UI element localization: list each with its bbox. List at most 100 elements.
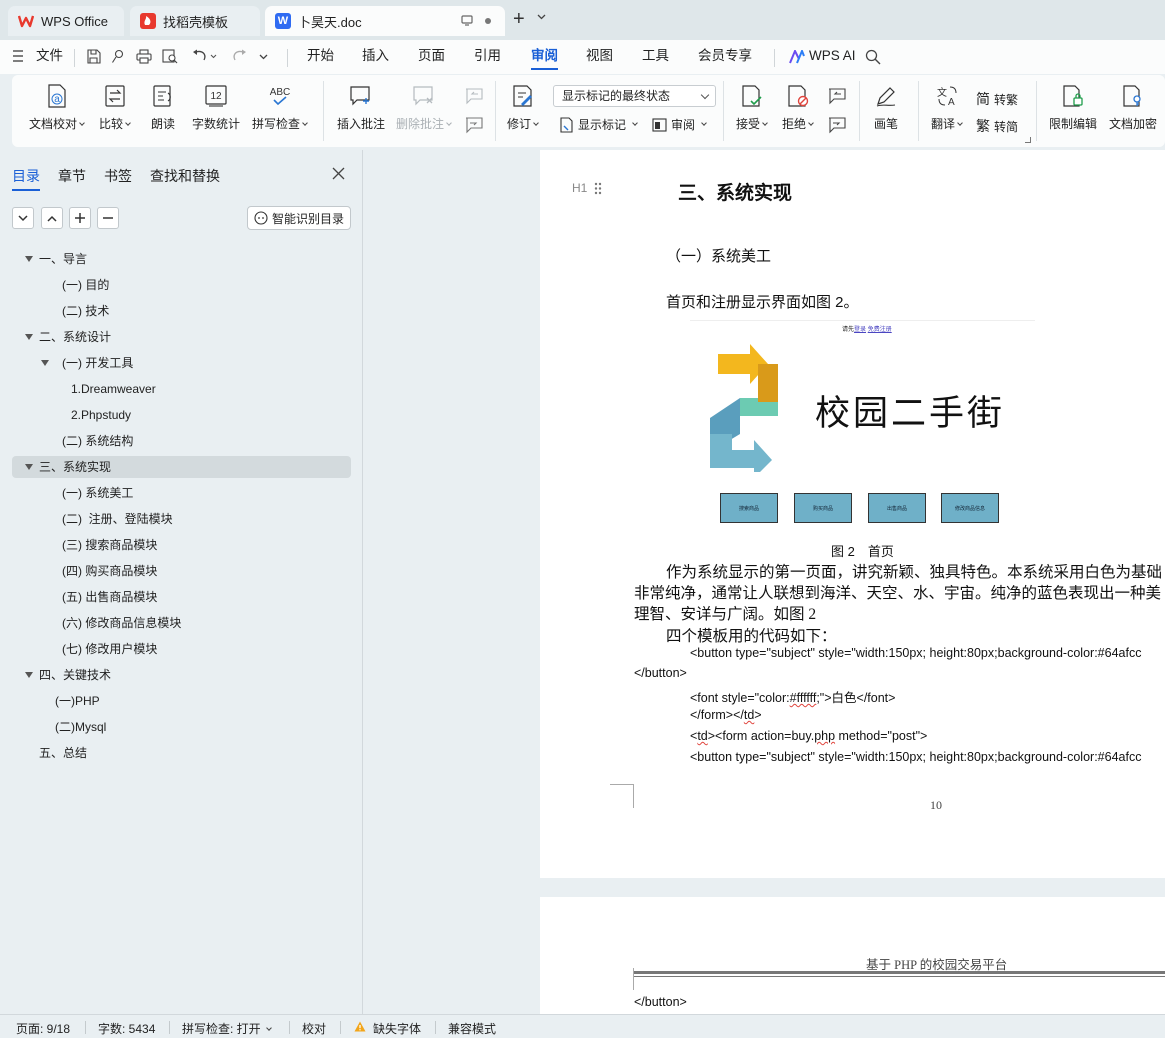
tab-toc[interactable]: 目录 [12,166,40,191]
word-count-indicator[interactable]: 字数: 5434 [98,1020,155,1037]
encrypt-button[interactable]: 文档加密 [1109,83,1157,132]
expand-arrow-icon[interactable] [25,672,33,678]
menu-view[interactable]: 视图 [586,40,613,74]
collapse-down-button[interactable] [12,207,34,229]
ai-face-icon [254,211,268,225]
reviewing-pane-button[interactable]: 审阅 [652,116,707,133]
toc-item[interactable]: 1.Dreamweaver [12,378,351,400]
unsaved-dot-icon[interactable] [485,18,491,24]
menu-review[interactable]: 审阅 [531,40,558,74]
toc-item[interactable]: (二) 注册、登陆模块 [12,508,351,530]
to-simplified-button[interactable]: 繁转简 [976,116,1018,136]
expand-arrow-icon[interactable] [25,334,33,340]
menu-insert[interactable]: 插入 [362,40,389,74]
toc-item[interactable]: (四) 购买商品模块 [12,560,351,582]
restrict-edit-button[interactable]: 限制编辑 [1049,83,1097,132]
tab-label: WPS Office [41,13,108,29]
accept-button[interactable]: 接受 [736,83,768,132]
divider [918,81,919,141]
toc-label: (一)PHP [55,694,100,708]
insert-comment-button[interactable]: 插入批注 [337,83,385,132]
code-text-misspelled: td [743,708,755,722]
markup-mode-select[interactable]: 显示标记的最终状态 [553,85,716,107]
pen-button[interactable]: 画笔 [874,83,898,132]
expand-arrow-icon[interactable] [41,360,49,366]
code-text: </form></ [690,708,744,722]
page-indicator[interactable]: 页面: 9/18 [16,1020,70,1037]
document-page[interactable]: 基于 PHP 的校园交易平台 </button> [540,897,1165,1014]
drag-handle-icon[interactable] [594,182,602,195]
toc-item[interactable]: 五、总结 [12,742,351,764]
collapse-up-button[interactable] [41,207,63,229]
code-line: <td><form action=buy.php method="post"> [690,729,927,743]
menu-member[interactable]: 会员专享 [698,40,752,74]
menu-home[interactable]: 开始 [307,40,334,74]
proof-indicator[interactable]: 校对 [302,1020,326,1037]
translate-button[interactable]: 文A 翻译 [931,83,963,132]
toc-item[interactable]: (一) 系统美工 [12,482,351,504]
add-heading-button[interactable] [69,207,91,229]
menu-page[interactable]: 页面 [418,40,445,74]
menu-file[interactable]: 文件 [36,40,63,74]
margin-corner-mark [610,968,634,990]
spell-check-indicator[interactable]: 拼写检查: 打开 [182,1020,272,1037]
hamburger-icon[interactable] [12,40,24,74]
to-traditional-button[interactable]: 简转繁 [976,89,1018,109]
toc-item[interactable]: (一) 开发工具 [12,352,351,374]
toc-label: 2.Phpstudy [71,408,132,422]
window-icon[interactable] [461,15,473,26]
tab-document[interactable]: W 卜昊天.doc [265,6,505,36]
toc-item[interactable]: (一)PHP [12,690,351,712]
smart-toc-button[interactable]: 智能识别目录 [247,206,351,230]
tab-list-chevron-icon[interactable] [537,14,546,20]
compare-button[interactable]: 比较 [99,83,131,132]
tab-bookmarks[interactable]: 书签 [104,166,132,186]
expand-arrow-icon[interactable] [25,256,33,262]
read-aloud-button[interactable]: 朗读 [151,83,175,132]
new-tab-plus-icon[interactable]: + [513,9,525,29]
toc-item[interactable]: 四、关键技术 [12,664,351,686]
ribbon-expand-icon[interactable] [1025,137,1031,143]
close-icon[interactable] [332,167,345,180]
toc-item-active[interactable]: 三、系统实现 [12,456,351,478]
reviewing-label: 审阅 [671,118,696,132]
tab-sections[interactable]: 章节 [58,166,86,186]
remove-heading-button[interactable] [97,207,119,229]
toc-item[interactable]: 2.Phpstudy [12,404,351,426]
toc-item[interactable]: 一、导言 [12,248,351,270]
toc-item[interactable]: (二) 系统结构 [12,430,351,452]
previous-change-icon[interactable] [827,87,847,105]
toc-item[interactable]: (六) 修改商品信息模块 [12,612,351,634]
proofread-button[interactable]: a 文档校对 [29,83,85,132]
track-changes-button[interactable]: 修订 [507,83,539,132]
tab-wps-office[interactable]: WPS Office [8,6,124,36]
word-count-label: 字数统计 [192,117,241,131]
toc-item[interactable]: 二、系统设计 [12,326,351,348]
document-page[interactable]: H1 三、系统实现 （一）系统美工 首页和注册显示界面如图 2。 请先登录 免费… [540,150,1165,878]
menu-wps-ai[interactable]: WPS AI [809,40,856,74]
spell-check-button[interactable]: ABC 拼写检查 [252,83,308,132]
menu-tools[interactable]: 工具 [642,40,669,74]
campus-logo-icon [710,342,782,472]
toc-item[interactable]: (二)Mysql [12,716,351,738]
heading-level-marker[interactable]: H1 [572,181,587,195]
menu-references[interactable]: 引用 [474,40,501,74]
toc-item[interactable]: (五) 出售商品模块 [12,586,351,608]
compat-mode-indicator[interactable]: 兼容模式 [448,1020,496,1037]
missing-font-indicator[interactable]: 缺失字体 [373,1020,421,1037]
tab-find-replace[interactable]: 查找和替换 [150,166,220,186]
document-area[interactable]: H1 三、系统实现 （一）系统美工 首页和注册显示界面如图 2。 请先登录 免费… [364,150,1165,1014]
toc-item[interactable]: (三) 搜索商品模块 [12,534,351,556]
spell-check-icon: ABC [267,83,293,109]
toc-item[interactable]: (二) 技术 [12,300,351,322]
toc-item[interactable]: (一) 目的 [12,274,351,296]
next-change-icon[interactable] [827,116,847,134]
toc-item[interactable]: (七) 修改用户模块 [12,638,351,660]
word-count-button[interactable]: 12 字数统计 [192,83,240,132]
expand-arrow-icon[interactable] [25,464,33,470]
show-markup-button[interactable]: 显示标记 [559,116,638,133]
next-comment-icon [464,116,484,134]
show-markup-icon [559,116,574,133]
tab-template[interactable]: 找稻壳模板 [130,6,260,36]
reject-button[interactable]: 拒绝 [782,83,814,132]
